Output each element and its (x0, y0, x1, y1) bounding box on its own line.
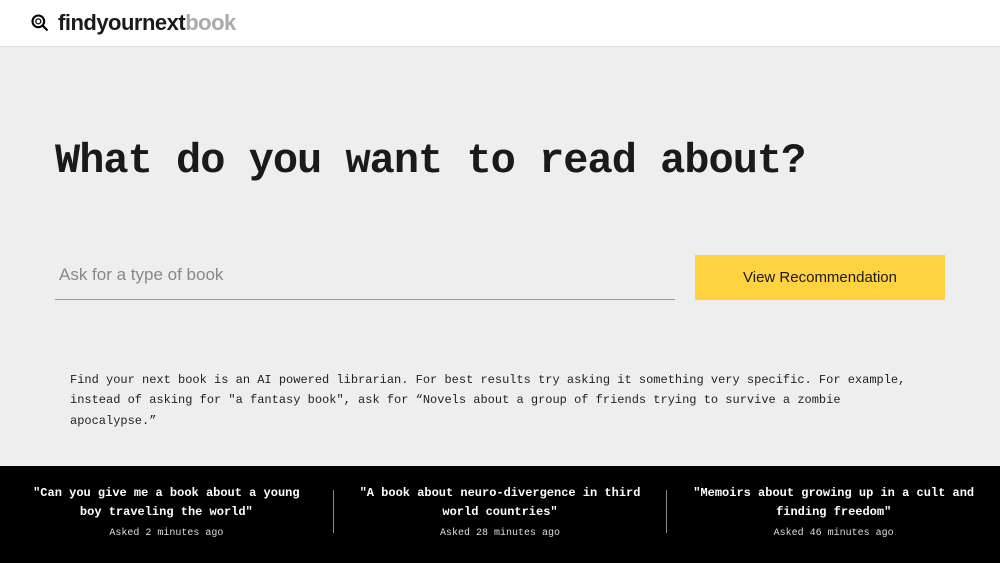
page-heading: What do you want to read about? (55, 137, 945, 185)
query-text: "Memoirs about growing up in a cult and … (687, 484, 980, 522)
query-card[interactable]: "A book about neuro-divergence in third … (334, 484, 667, 539)
query-text: "A book about neuro-divergence in third … (354, 484, 647, 522)
description-text: Find your next book is an AI powered lib… (55, 370, 945, 431)
view-recommendation-button[interactable]: View Recommendation (695, 255, 945, 300)
recent-queries-list: "Can you give me a book about a young bo… (0, 466, 1000, 563)
query-time: Asked 2 minutes ago (20, 528, 313, 539)
query-time: Asked 28 minutes ago (354, 528, 647, 539)
query-text: "Can you give me a book about a young bo… (20, 484, 313, 522)
query-card[interactable]: "Memoirs about growing up in a cult and … (667, 484, 1000, 539)
logo-part1: findyournext (58, 10, 185, 35)
main-content: What do you want to read about? View Rec… (0, 47, 1000, 502)
search-row: View Recommendation (55, 255, 945, 300)
search-input[interactable] (55, 255, 675, 300)
logo-part2: book (185, 10, 236, 35)
logo[interactable]: findyournextbook (58, 10, 236, 36)
query-time: Asked 46 minutes ago (687, 528, 980, 539)
header: findyournextbook (0, 0, 1000, 47)
search-icon (30, 13, 50, 33)
query-card[interactable]: "Can you give me a book about a young bo… (0, 484, 333, 539)
